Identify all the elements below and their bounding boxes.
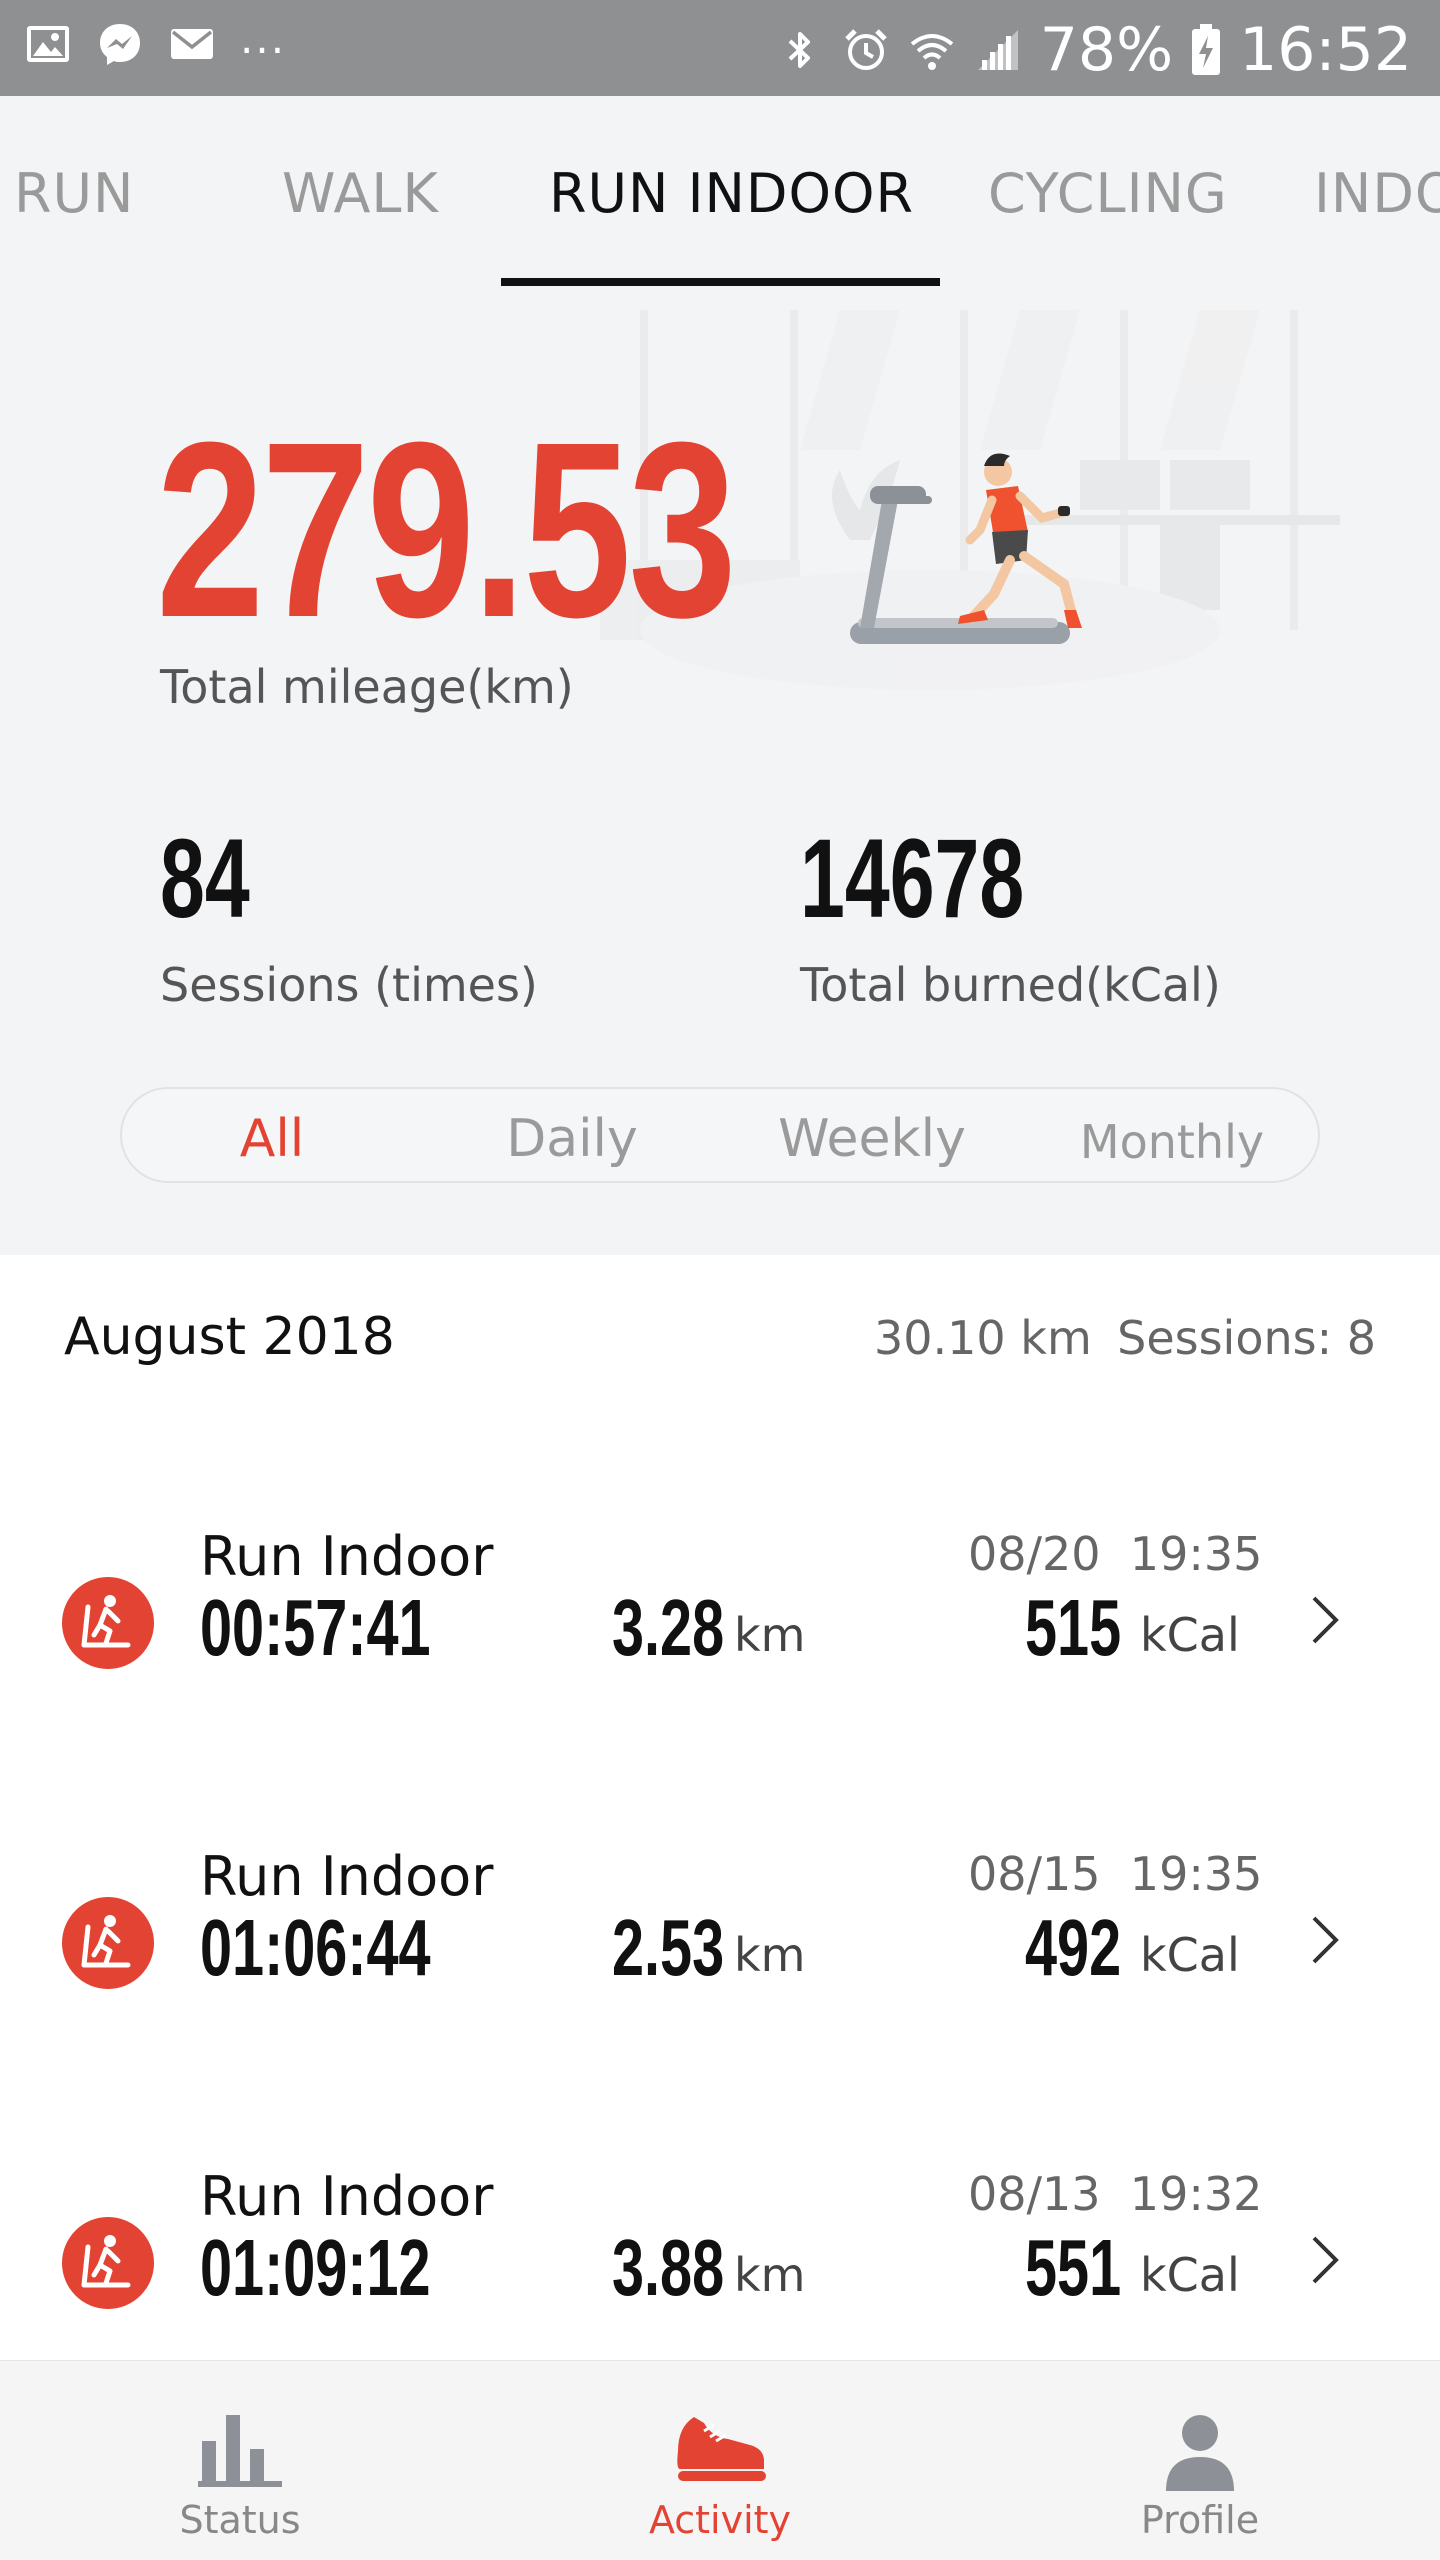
activity-title: Run Indoor (200, 1525, 494, 1588)
activity-duration: 01:09:12 (200, 2223, 431, 2312)
person-icon (1166, 2415, 1234, 2491)
month-distance: 30.10 km (874, 1311, 1092, 1365)
nav-activity[interactable]: Activity (480, 2361, 960, 2560)
activity-row[interactable]: Run Indoor 08/20 19:35 00:57:41 3.28 km … (0, 1430, 1440, 1750)
battery-charging-icon (1192, 24, 1221, 75)
battery-percent: 78% (1039, 15, 1174, 85)
activity-type-tabs: RUN WALK RUN INDOOR CYCLING INDO (0, 96, 1440, 290)
total-mileage-label: Total mileage(km) (160, 660, 574, 714)
activity-duration: 00:57:41 (200, 1583, 431, 1672)
clock: 16:52 (1239, 15, 1412, 85)
calories-unit: kCal (1140, 2248, 1240, 2302)
activity-title: Run Indoor (200, 1845, 494, 1908)
nav-profile[interactable]: Profile (960, 2361, 1440, 2560)
alarm-icon (844, 29, 887, 70)
nav-activity-label: Activity (648, 2498, 792, 2542)
activity-calories: 551 (1025, 2223, 1122, 2312)
activity-calories: 515 (1025, 1583, 1122, 1672)
bottom-navigation: Status Activity Profile (0, 2360, 1440, 2560)
activity-row[interactable]: Run Indoor 08/15 19:35 01:06:44 2.53 km … (0, 1750, 1440, 2070)
activity-distance: 3.88 (612, 2223, 725, 2312)
calories-value: 14678 (800, 816, 1025, 941)
filter-weekly[interactable]: Weekly (722, 1109, 1022, 1169)
distance-unit: km (734, 2248, 806, 2302)
wifi-icon (910, 34, 953, 70)
treadmill-icon (62, 1577, 154, 1669)
sessions-value: 84 (160, 816, 250, 941)
activity-list: August 2018 30.10 km Sessions: 8 Run Ind… (0, 1255, 1440, 2360)
gallery-icon (27, 26, 69, 62)
tab-run-indoor[interactable]: RUN INDOOR (549, 162, 914, 225)
chevron-right-icon[interactable] (1300, 2228, 1348, 2292)
messenger-icon (100, 24, 140, 65)
distance-unit: km (734, 1608, 806, 1662)
month-header-title: August 2018 (64, 1307, 395, 1367)
activity-datetime: 08/13 19:32 (968, 2167, 1263, 2221)
tab-indoor-cycling[interactable]: INDO (1314, 162, 1440, 225)
calories-unit: kCal (1140, 1608, 1240, 1662)
summary-panel: 279.53 Total mileage(km) 84 Sessions (ti… (0, 290, 1440, 1255)
signal-icon (977, 30, 1018, 70)
filter-monthly[interactable]: Monthly (1022, 1115, 1322, 1169)
sessions-label: Sessions (times) (160, 958, 538, 1012)
tab-run[interactable]: RUN (14, 162, 134, 225)
activity-datetime: 08/20 19:35 (968, 1527, 1263, 1581)
activity-duration: 01:06:44 (200, 1903, 431, 1992)
month-sessions: Sessions: 8 (1117, 1311, 1376, 1365)
filter-all[interactable]: All (122, 1109, 422, 1169)
tab-walk[interactable]: WALK (282, 162, 439, 225)
distance-unit: km (734, 1928, 806, 1982)
nav-status[interactable]: Status (0, 2361, 480, 2560)
status-bar: ... 78% 16:52 (0, 0, 1440, 96)
total-mileage-value: 279.53 (156, 390, 737, 669)
filter-daily[interactable]: Daily (422, 1109, 722, 1169)
treadmill-icon (62, 2217, 154, 2309)
period-filter: All Daily Weekly Monthly (120, 1087, 1320, 1183)
chevron-right-icon[interactable] (1300, 1908, 1348, 1972)
nav-profile-label: Profile (1140, 2498, 1260, 2542)
activity-title: Run Indoor (200, 2165, 494, 2228)
activity-distance: 3.28 (612, 1583, 725, 1672)
calories-label: Total burned(kCal) (800, 958, 1221, 1012)
active-tab-indicator (501, 278, 940, 286)
chevron-right-icon[interactable] (1300, 1588, 1348, 1652)
bluetooth-icon (788, 32, 810, 68)
more-notifications: ... (240, 14, 287, 63)
treadmill-icon (62, 1897, 154, 1989)
activity-datetime: 08/15 19:35 (968, 1847, 1263, 1901)
tab-cycling[interactable]: CYCLING (988, 162, 1228, 225)
shoe-icon (677, 2417, 766, 2481)
nav-status-label: Status (179, 2498, 301, 2542)
activity-distance: 2.53 (612, 1903, 725, 1992)
calories-unit: kCal (1140, 1928, 1240, 1982)
mail-icon (171, 29, 213, 59)
activity-row[interactable]: Run Indoor 08/13 19:32 01:09:12 3.88 km … (0, 2070, 1440, 2390)
activity-calories: 492 (1025, 1903, 1122, 1992)
bar-chart-icon (198, 2415, 282, 2487)
